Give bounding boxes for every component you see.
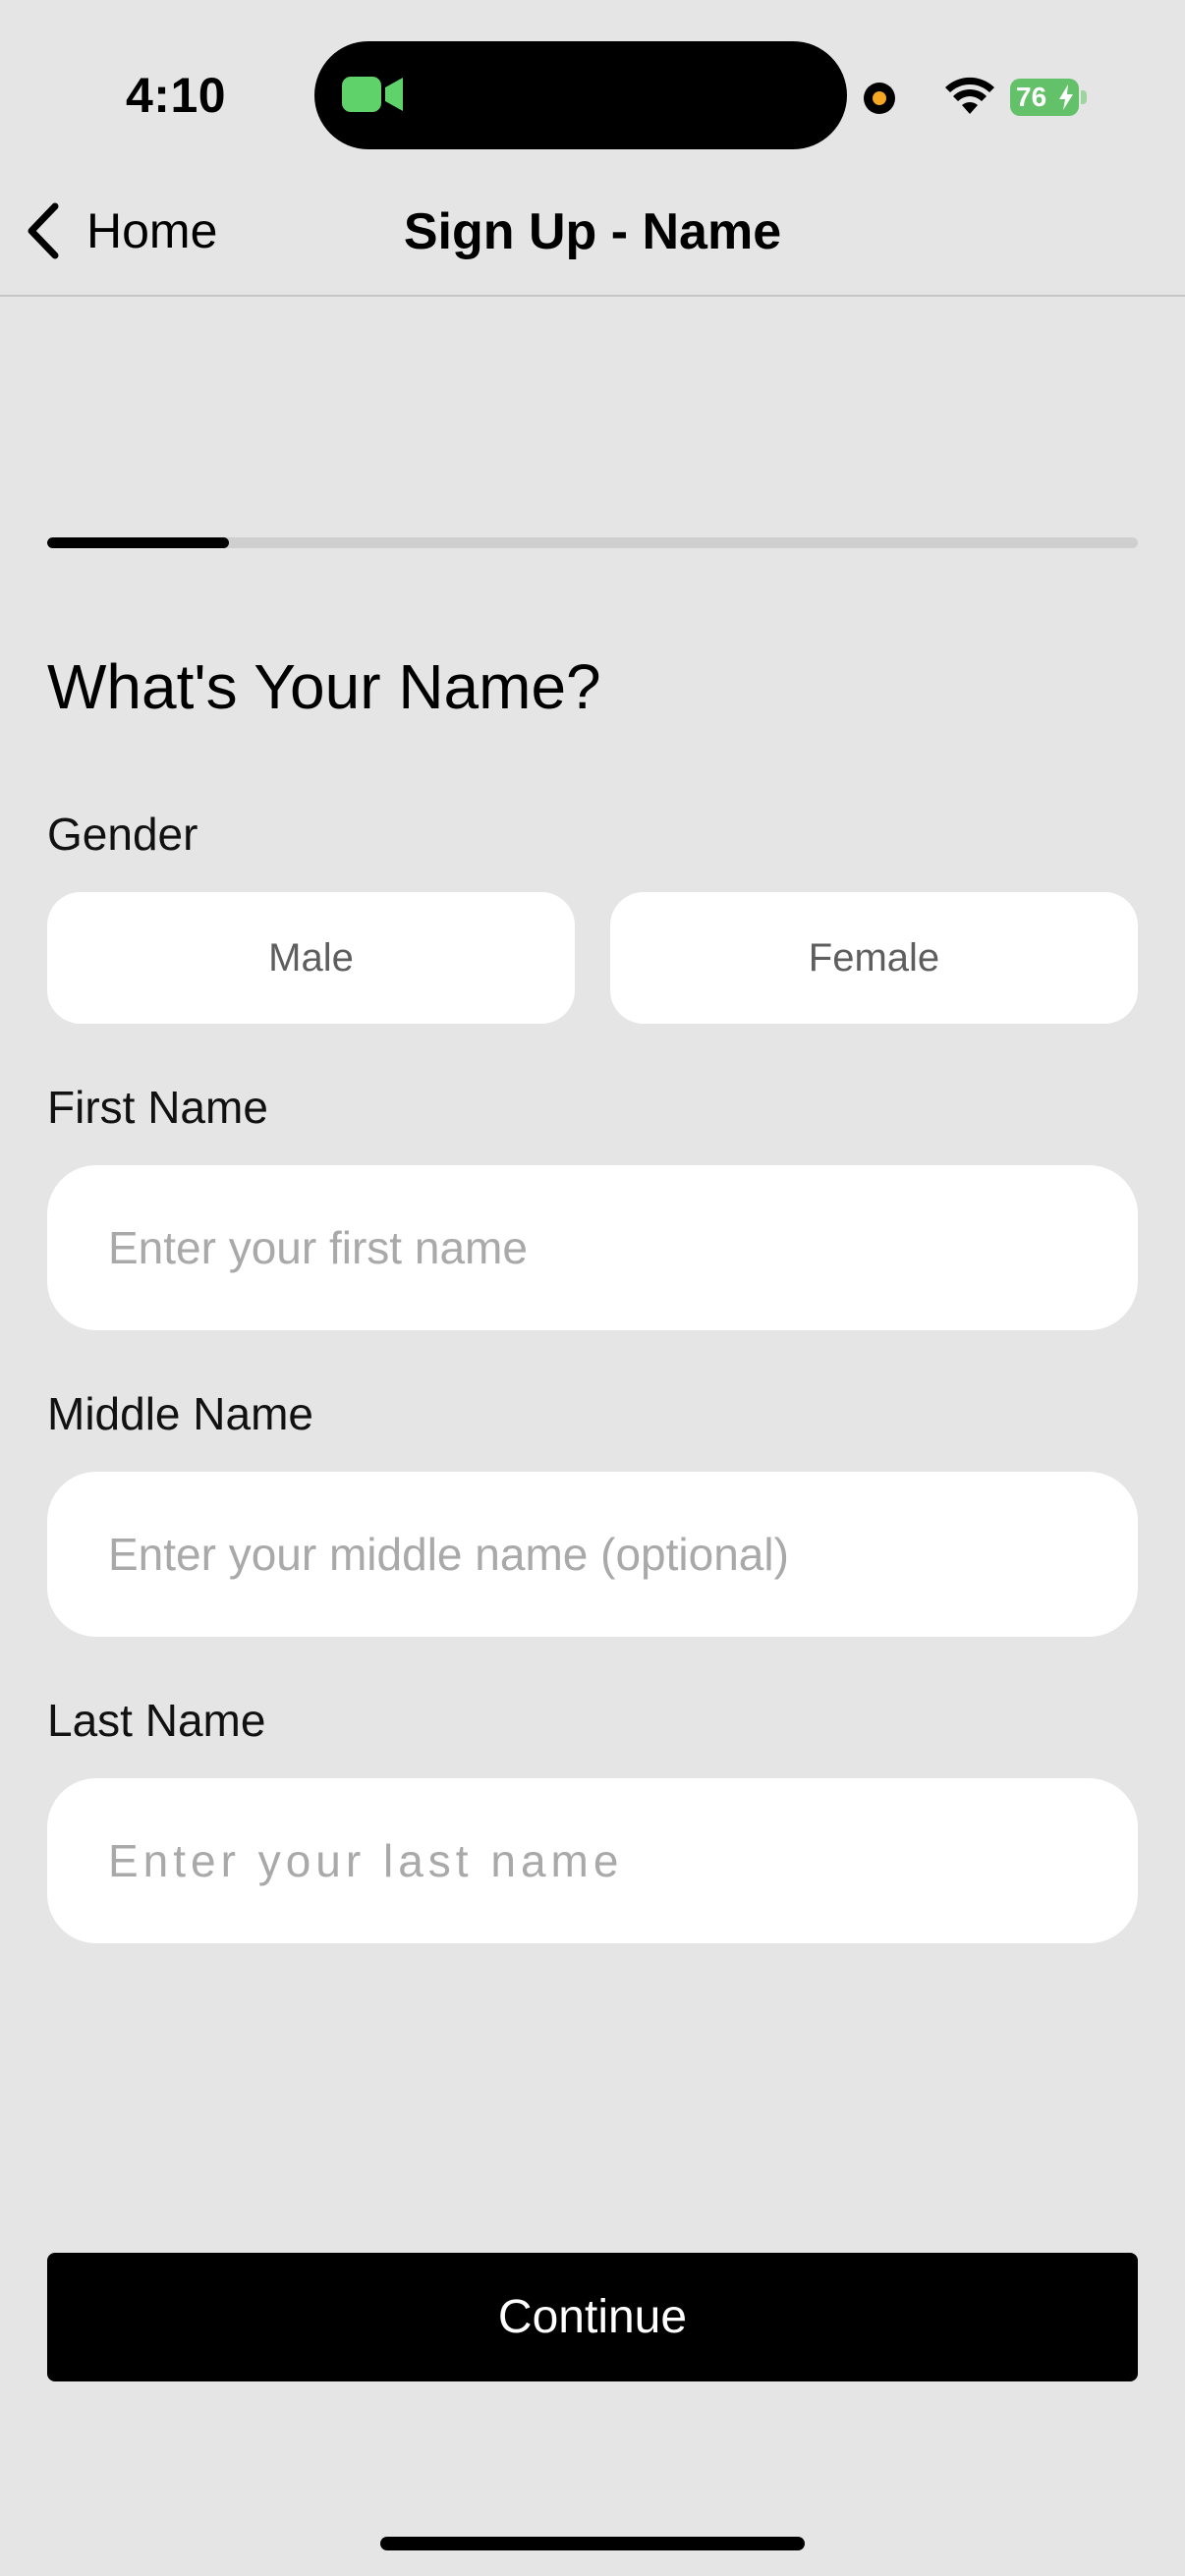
- privacy-indicator-dot: [864, 83, 895, 114]
- progress-fill: [47, 537, 230, 548]
- middle-name-field[interactable]: [47, 1472, 1138, 1637]
- gender-female-button[interactable]: Female: [610, 892, 1138, 1024]
- gender-label: Gender: [47, 809, 198, 860]
- signup-name-screen: 4:10 76 Home Sign Up - Name What's Your …: [0, 0, 1185, 2576]
- last-name-field[interactable]: [47, 1778, 1138, 1943]
- dynamic-island: [314, 41, 847, 149]
- battery-icon: 76: [1010, 79, 1087, 116]
- battery-cap: [1081, 90, 1087, 104]
- home-indicator[interactable]: [380, 2537, 805, 2550]
- signup-progress-bar: [47, 537, 1138, 548]
- form-heading: What's Your Name?: [47, 651, 601, 722]
- middle-name-label: Middle Name: [47, 1388, 313, 1439]
- wifi-icon: [945, 77, 994, 114]
- battery-level: 76: [1016, 82, 1047, 112]
- nav-divider: [0, 295, 1185, 297]
- gender-male-button[interactable]: Male: [47, 892, 575, 1024]
- status-time: 4:10: [126, 68, 227, 123]
- first-name-field[interactable]: [47, 1165, 1138, 1330]
- continue-button[interactable]: Continue: [47, 2253, 1138, 2381]
- video-camera-icon: [342, 77, 403, 112]
- page-title: Sign Up - Name: [403, 203, 782, 260]
- last-name-label: Last Name: [47, 1695, 266, 1746]
- first-name-label: First Name: [47, 1082, 268, 1133]
- bolt-icon: [1059, 84, 1073, 110]
